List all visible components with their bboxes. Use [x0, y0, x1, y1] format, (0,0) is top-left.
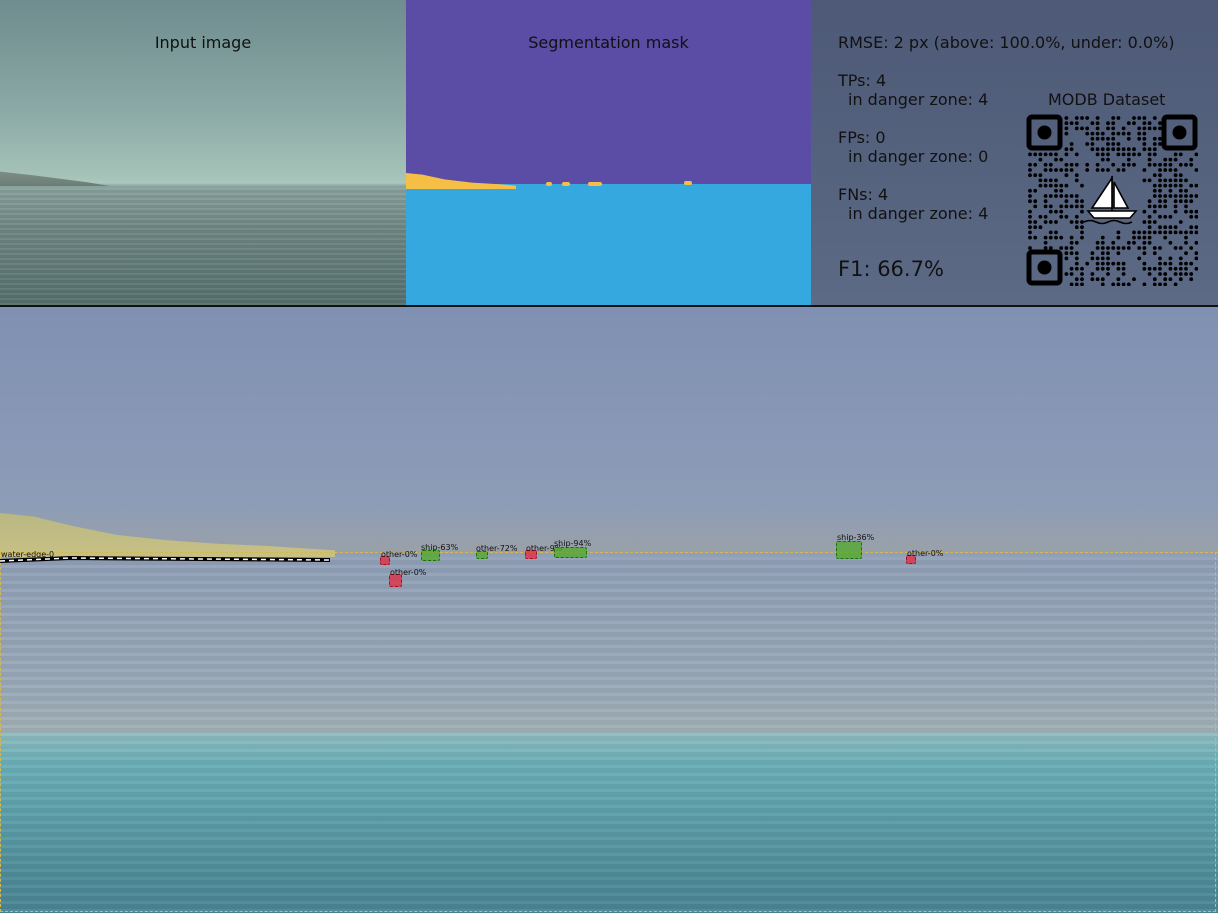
- input-image-panel: Input image: [0, 0, 406, 305]
- qr-modules: [1028, 116, 1198, 286]
- input-image-title: Input image: [154, 33, 252, 52]
- detection-label: other-72%: [476, 544, 518, 553]
- f1-score: F1: 66.7%: [838, 257, 944, 281]
- fns-danger-stat: in danger zone: 4: [848, 204, 989, 223]
- mask-water-region: [406, 184, 811, 305]
- detection-label: ship-63%: [421, 543, 459, 552]
- tps-danger-stat: in danger zone: 4: [848, 90, 989, 109]
- detection-label: ship-36%: [837, 533, 875, 542]
- fns-stat: FNs: 4: [838, 185, 889, 204]
- detection-box-true-positive: [836, 541, 862, 559]
- mask-obstacle-region: [406, 173, 516, 189]
- mask-obstacle-blob: [588, 182, 602, 186]
- sailboat-icon: [1083, 175, 1138, 225]
- mask-obstacle-blob: [684, 181, 692, 185]
- statistics-panel: RMSE: 2 px (above: 100.0%, under: 0.0%) …: [811, 0, 1218, 305]
- mask-obstacle-blob: [562, 182, 570, 186]
- qr-code-icon: [1026, 114, 1198, 286]
- water-edge-label: water-edge-0: [1, 550, 55, 559]
- fps-stat: FPs: 0: [838, 128, 886, 147]
- segmentation-mask-panel: Segmentation mask: [406, 0, 811, 305]
- detection-label: ship-94%: [554, 539, 592, 548]
- tps-stat: TPs: 4: [838, 71, 887, 90]
- dataset-title: MODB Dataset: [1048, 90, 1166, 109]
- detection-box-true-positive: [554, 547, 587, 558]
- segmentation-mask-title: Segmentation mask: [528, 33, 689, 52]
- input-coastline: [0, 171, 110, 186]
- rmse-stat: RMSE: 2 px (above: 100.0%, under: 0.0%): [838, 33, 1175, 52]
- detection-label: other-0%: [907, 549, 944, 558]
- detection-scene-panel: water-edge-0 other-0% ship-63% other-0% …: [0, 307, 1218, 913]
- fps-danger-stat: in danger zone: 0: [848, 147, 989, 166]
- input-water-texture: [0, 188, 406, 305]
- danger-zone-border: [0, 552, 1216, 912]
- detection-label: other-0%: [381, 550, 418, 559]
- detection-label: other-0%: [390, 568, 427, 577]
- mask-obstacle-blob: [546, 182, 552, 186]
